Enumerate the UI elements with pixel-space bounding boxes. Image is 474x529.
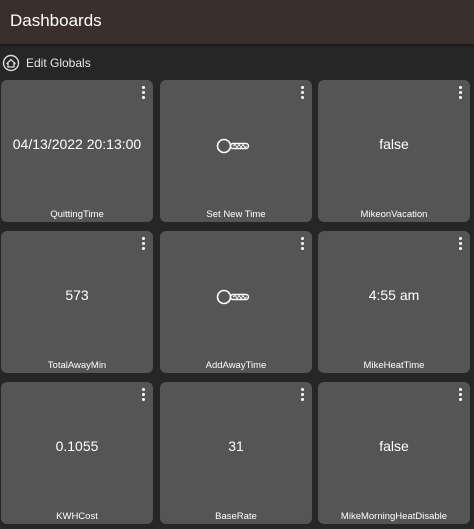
tile-mike-morning-heat-disable[interactable]: false MikeMorningHeatDisable — [318, 382, 470, 524]
tile-label: BaseRate — [215, 511, 257, 522]
tile-label: QuittingTime — [50, 209, 104, 220]
tile-menu-icon[interactable] — [138, 86, 148, 102]
tile-add-away-time[interactable]: AddAwayTime — [160, 231, 312, 373]
tile-label: Set New Time — [206, 209, 266, 220]
tile-label: AddAwayTime — [205, 360, 267, 371]
tile-menu-icon[interactable] — [297, 388, 307, 404]
tile-kwh-cost[interactable]: 0.1055 KWHCost — [1, 382, 153, 524]
tile-value: 31 — [228, 438, 244, 454]
tile-quitting-time[interactable]: 04/13/2022 20:13:00 QuittingTime — [1, 80, 153, 222]
tile-menu-icon[interactable] — [455, 86, 465, 102]
key-icon[interactable] — [216, 289, 252, 305]
tile-label: MikeonVacation — [360, 209, 428, 220]
tile-value: false — [379, 136, 409, 152]
tile-value: false — [379, 438, 409, 454]
key-icon[interactable] — [216, 138, 252, 154]
tile-value: 573 — [65, 287, 89, 303]
tile-label: MikeHeatTime — [363, 360, 425, 371]
tile-menu-icon[interactable] — [297, 86, 307, 102]
tile-total-away-min[interactable]: 573 TotalAwayMin — [1, 231, 153, 373]
tile-menu-icon[interactable] — [297, 237, 307, 253]
tile-value: 4:55 am — [368, 287, 420, 303]
tile-value: 0.1055 — [55, 438, 99, 454]
tile-label: TotalAwayMin — [47, 360, 107, 371]
tile-value: 04/13/2022 20:13:00 — [12, 136, 142, 152]
tile-set-new-time[interactable]: Set New Time — [160, 80, 312, 222]
home-gear-icon[interactable] — [2, 54, 20, 72]
tile-mike-on-vacation[interactable]: false MikeonVacation — [318, 80, 470, 222]
tile-menu-icon[interactable] — [138, 237, 148, 253]
page-title: Dashboards — [10, 11, 102, 30]
tile-menu-icon[interactable] — [455, 237, 465, 253]
tile-label: KWHCost — [56, 511, 98, 522]
edit-globals-link[interactable]: Edit Globals — [26, 56, 91, 70]
tile-base-rate[interactable]: 31 BaseRate — [160, 382, 312, 524]
app-header: Dashboards — [0, 0, 474, 44]
edit-globals-bar[interactable]: Edit Globals — [0, 47, 474, 77]
tile-mike-heat-time[interactable]: 4:55 am MikeHeatTime — [318, 231, 470, 373]
tile-label: MikeMorningHeatDisable — [340, 511, 448, 522]
tile-menu-icon[interactable] — [138, 388, 148, 404]
tile-menu-icon[interactable] — [455, 388, 465, 404]
